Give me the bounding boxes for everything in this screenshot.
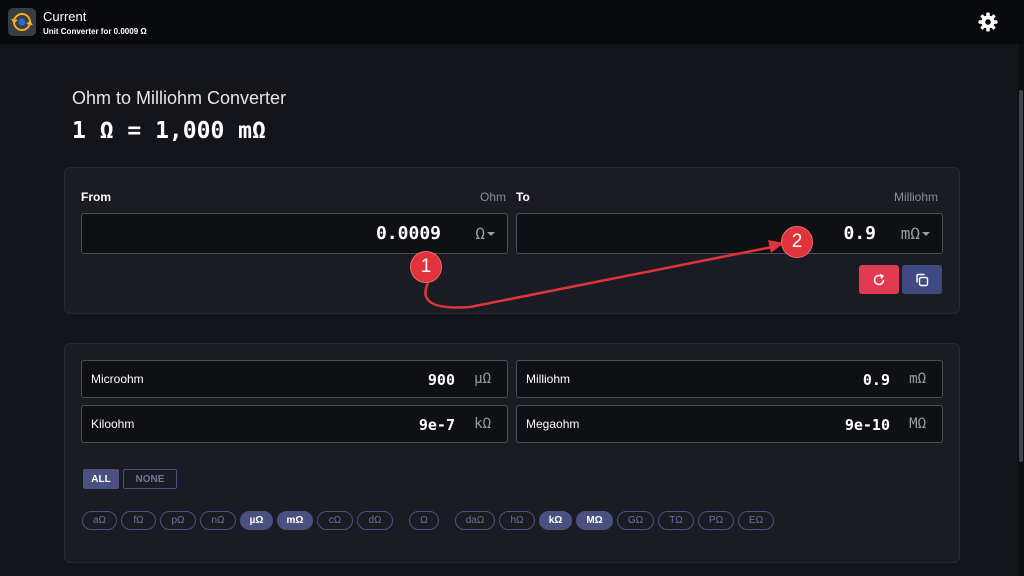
select-all-button[interactable]: ALL: [83, 469, 119, 489]
result-microohm[interactable]: Microohm 900 µΩ: [81, 360, 508, 398]
result-value: 900: [427, 371, 455, 389]
result-unit: µΩ: [474, 371, 491, 387]
result-value: 9e-10: [844, 416, 890, 434]
unit-chip-giga[interactable]: GΩ: [617, 511, 654, 530]
unit-chip-micro[interactable]: µΩ: [240, 511, 273, 530]
annotation-badge-1: 1: [410, 251, 442, 283]
annotation-badge-2: 2: [781, 226, 813, 258]
scrollbar[interactable]: [1018, 44, 1024, 576]
unit-chip-pico[interactable]: pΩ: [160, 511, 196, 530]
unit-chip-hecto[interactable]: hΩ: [499, 511, 535, 530]
copy-button[interactable]: [902, 265, 942, 294]
unit-chip-deci[interactable]: dΩ: [357, 511, 393, 530]
reset-button[interactable]: [859, 265, 899, 294]
unit-chip-exa[interactable]: EΩ: [738, 511, 774, 530]
top-bar: Current Unit Converter for 0.0009 Ω: [0, 0, 1024, 44]
result-unit: mΩ: [909, 371, 926, 387]
result-megaohm[interactable]: Megaohm 9e-10 MΩ: [516, 405, 943, 443]
from-label: From: [81, 190, 111, 204]
converter-title: Ohm to Milliohm Converter: [72, 88, 287, 108]
unit-chip-peta[interactable]: PΩ: [698, 511, 734, 530]
unit-chip-mega[interactable]: MΩ: [576, 511, 613, 530]
result-milliohm[interactable]: Milliohm 0.9 mΩ: [516, 360, 943, 398]
unit-chip-kilo[interactable]: kΩ: [539, 511, 572, 530]
result-value: 9e-7: [418, 416, 455, 434]
app-logo-icon[interactable]: [8, 8, 36, 36]
select-none-button[interactable]: NONE: [123, 469, 177, 489]
from-value[interactable]: 0.0009: [376, 223, 441, 244]
unit-chip-milli[interactable]: mΩ: [277, 511, 313, 530]
unit-chip-atto[interactable]: aΩ: [82, 511, 117, 530]
chevron-down-icon[interactable]: [922, 232, 930, 236]
unit-chip-centi[interactable]: cΩ: [317, 511, 353, 530]
chevron-down-icon[interactable]: [487, 232, 495, 236]
from-unit-name: Ohm: [480, 190, 507, 204]
to-unit-name: Milliohm: [894, 190, 939, 204]
result-unit: kΩ: [474, 416, 491, 432]
to-unit-select[interactable]: mΩ: [901, 224, 920, 243]
conversion-equation: 1 Ω = 1,000 mΩ: [72, 118, 266, 144]
result-value: 0.9: [862, 371, 890, 389]
refresh-icon: [873, 273, 885, 285]
result-name: Milliohm: [526, 372, 571, 386]
to-value[interactable]: 0.9: [843, 223, 876, 244]
result-name: Megaohm: [526, 417, 580, 431]
unit-chip-deca[interactable]: daΩ: [455, 511, 495, 530]
to-value-input[interactable]: 0.9 mΩ: [516, 213, 943, 254]
app-subtitle: Unit Converter for 0.0009 Ω: [43, 27, 147, 36]
copy-icon: [916, 273, 929, 286]
result-name: Kiloohm: [91, 417, 135, 431]
unit-chip-femto[interactable]: fΩ: [121, 511, 156, 530]
to-label: To: [516, 190, 530, 204]
unit-chip-tera[interactable]: TΩ: [658, 511, 694, 530]
result-unit: MΩ: [909, 416, 926, 432]
from-value-input[interactable]: 0.0009 Ω: [81, 213, 508, 254]
gear-icon[interactable]: [978, 12, 998, 32]
result-name: Microohm: [91, 372, 144, 386]
unit-chip-ohm[interactable]: Ω: [409, 511, 439, 530]
scrollbar-thumb[interactable]: [1019, 90, 1023, 462]
unit-chip-nano[interactable]: nΩ: [200, 511, 236, 530]
result-kiloohm[interactable]: Kiloohm 9e-7 kΩ: [81, 405, 508, 443]
from-unit-select[interactable]: Ω: [475, 224, 485, 243]
app-title: Current: [43, 9, 87, 24]
